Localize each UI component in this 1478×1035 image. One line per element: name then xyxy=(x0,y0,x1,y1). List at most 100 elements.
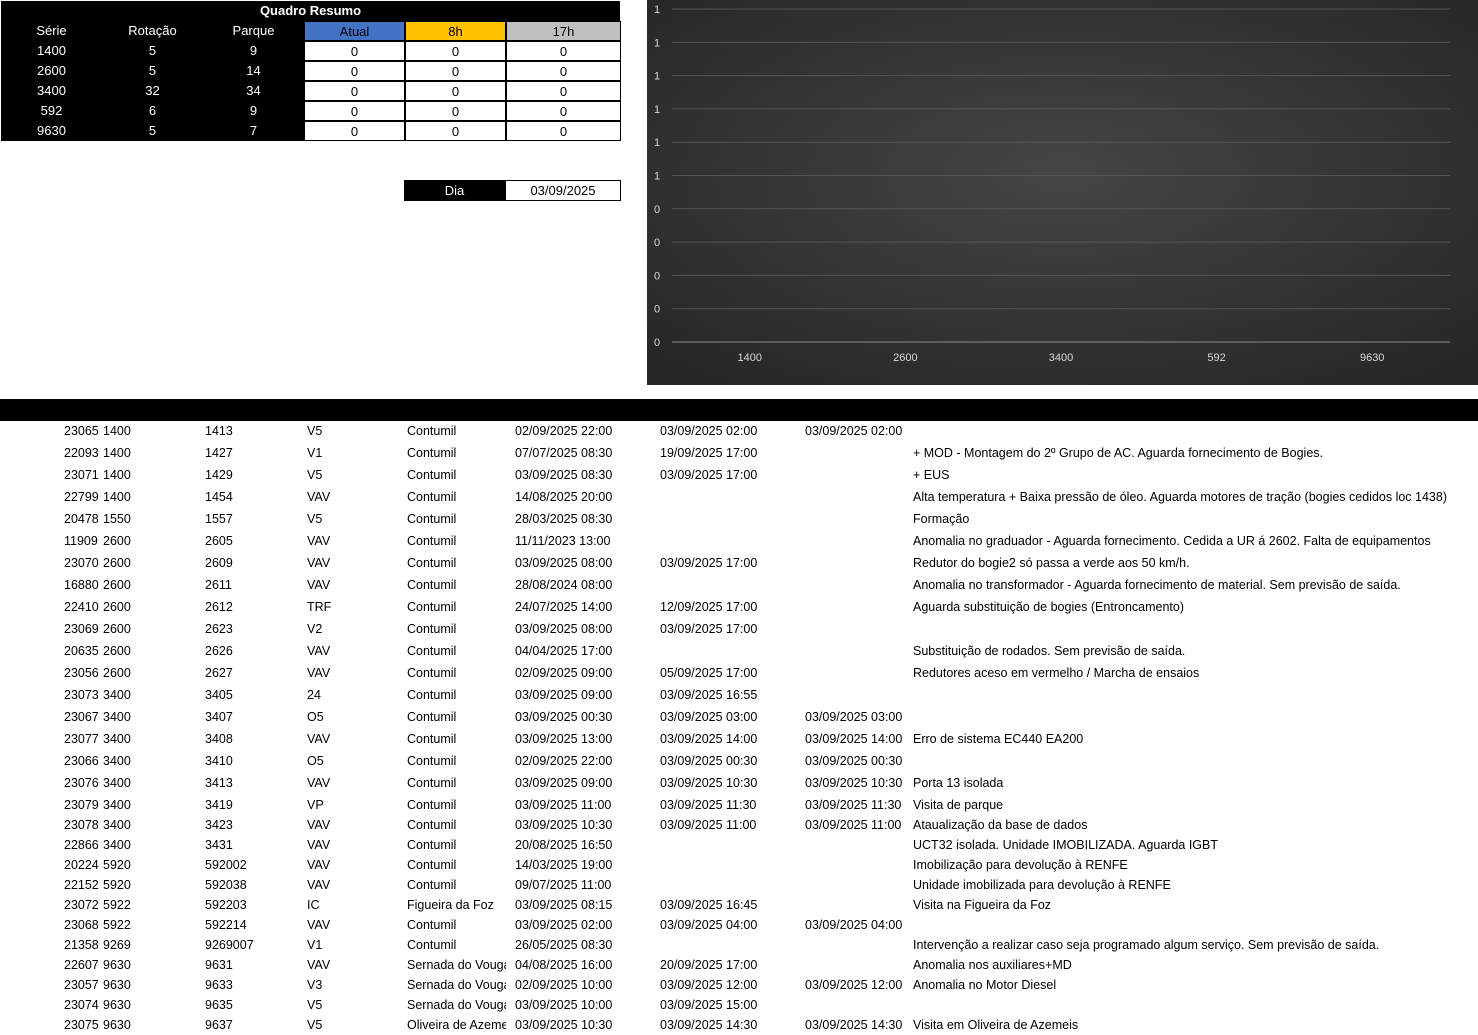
table-row[interactable]: 23076 3400 3413 VAV Contumil 03/09/2025 09:00… xyxy=(0,773,1478,793)
table-cell: 03/09/2025 10:30 xyxy=(805,776,903,790)
table-cell: 22152 xyxy=(64,878,99,892)
table-row[interactable]: 22093 1400 1427 V1 Contumil 07/07/2025 08:30 1… xyxy=(0,443,1478,463)
table-row[interactable]: 11909 2600 2605 VAV Contumil 11/11/2023 13:00… xyxy=(0,531,1478,551)
table-cell: 03/09/2025 12:00 xyxy=(660,978,758,992)
table-row[interactable]: 23079 3400 3419 VP Contumil 03/09/2025 11:00 0… xyxy=(0,795,1478,815)
summary-cell: 9630 xyxy=(37,123,66,138)
table-row[interactable]: 23073 3400 3405 24 Contumil 03/09/2025 09:00 0… xyxy=(0,685,1478,705)
table-row[interactable]: 23056 2600 2627 VAV Contumil 02/09/2025 09:00… xyxy=(0,663,1478,683)
table-cell: 3405 xyxy=(205,688,233,702)
table-cell: 9637 xyxy=(205,1018,233,1032)
table-cell: 02/09/2025 10:00 xyxy=(515,978,613,992)
table-cell: 22799 xyxy=(64,490,99,504)
table-row[interactable]: 21358 9269 9269007 V1 Contumil 26/05/2025 08:… xyxy=(0,935,1478,955)
summary-cell[interactable]: 0 xyxy=(506,61,621,81)
summary-cell[interactable]: 0 xyxy=(506,121,621,141)
table-cell: Figueira da Foz xyxy=(407,898,494,912)
table-row[interactable]: 23074 9630 9635 V5 Sernada do Vouga 03/09/202… xyxy=(0,995,1478,1015)
chart-ytick-label: 1 xyxy=(654,104,660,116)
table-cell: VAV xyxy=(307,732,331,746)
table-cell: 23071 xyxy=(64,468,99,482)
table-cell: 3400 xyxy=(103,798,131,812)
table-cell: 03/09/2025 04:00 xyxy=(660,918,758,932)
table-row[interactable]: 20224 5920 592002 VAV Contumil 14/03/2025 19:… xyxy=(0,855,1478,875)
summary-cell[interactable]: 0 xyxy=(506,81,621,101)
summary-cell[interactable]: 0 xyxy=(405,61,506,81)
table-row[interactable]: 22866 3400 3431 VAV Contumil 20/08/2025 16:50… xyxy=(0,835,1478,855)
summary-cell[interactable]: 0 xyxy=(405,81,506,101)
table-row[interactable]: 20635 2600 2626 VAV Contumil 04/04/2025 17:00… xyxy=(0,641,1478,661)
table-cell: Intervenção a realizar caso seja program… xyxy=(913,938,1380,952)
table-row[interactable]: 23067 3400 3407 O5 Contumil 03/09/2025 00:30 0… xyxy=(0,707,1478,727)
table-row[interactable]: 23065 1400 1413 V5 Contumil 02/09/2025 22:00 0… xyxy=(0,421,1478,441)
summary-cell[interactable]: 0 xyxy=(304,101,405,121)
table-row[interactable]: 23066 3400 3410 O5 Contumil 02/09/2025 22:00 0… xyxy=(0,751,1478,771)
table-cell: Aguarda substituição de bogies (Entronca… xyxy=(913,600,1184,614)
table-cell: Visita de parque xyxy=(913,798,1004,812)
summary-cell: 592 xyxy=(40,103,63,118)
table-cell: 9630 xyxy=(103,998,131,1012)
table-cell: 03/09/2025 04:00 xyxy=(805,918,903,932)
table-cell: 03/09/2025 11:00 xyxy=(515,798,612,812)
table-cell: V1 xyxy=(307,938,323,952)
table-row[interactable]: 23071 1400 1429 V5 Contumil 03/09/2025 08:30 0… xyxy=(0,465,1478,485)
table-cell: 03/09/2025 08:00 xyxy=(515,622,613,636)
table-cell: Contumil xyxy=(407,468,457,482)
table-row[interactable]: 23057 9630 9633 V3 Sernada do Vouga 02/09/202… xyxy=(0,975,1478,995)
table-row[interactable]: 22152 5920 592038 VAV Contumil 09/07/2025 11:… xyxy=(0,875,1478,895)
summary-cell[interactable]: 0 xyxy=(405,101,506,121)
table-cell: 3413 xyxy=(205,776,233,790)
table-row[interactable]: 22410 2600 2612 TRF Contumil 24/07/2025 14:00… xyxy=(0,597,1478,617)
table-cell: 09/07/2025 11:00 xyxy=(515,878,612,892)
table-row[interactable]: 23069 2600 2623 V2 Contumil 03/09/2025 08:00 0… xyxy=(0,619,1478,639)
header-atual: Atual xyxy=(304,21,405,41)
table-row[interactable]: 16880 2600 2611 VAV Contumil 28/08/2024 08:00… xyxy=(0,575,1478,595)
table-row[interactable]: 23075 9630 9637 V5 Oliveira de Azemeis 03/09/… xyxy=(0,1015,1478,1035)
summary-cell[interactable]: 0 xyxy=(506,41,621,61)
table-cell: 03/09/2025 16:45 xyxy=(660,898,758,912)
summary-cell: 5 xyxy=(148,43,157,58)
summary-cell[interactable]: 0 xyxy=(304,41,405,61)
table-cell: 03/09/2025 08:00 xyxy=(515,556,613,570)
table-cell: 1550 xyxy=(103,512,131,526)
table-cell: 20478 xyxy=(64,512,99,526)
table-row[interactable]: 23078 3400 3423 VAV Contumil 03/09/2025 10:30… xyxy=(0,815,1478,835)
table-cell: Formação xyxy=(913,512,970,526)
table-cell: 2605 xyxy=(205,534,233,548)
table-cell: Contumil xyxy=(407,578,457,592)
table-cell: 2626 xyxy=(205,644,233,658)
table-cell: VAV xyxy=(307,666,331,680)
table-cell: 1454 xyxy=(205,490,233,504)
table-row[interactable]: 23068 5922 592214 VAV Contumil 03/09/2025 02:… xyxy=(0,915,1478,935)
table-cell: 03/09/2025 02:00 xyxy=(515,918,613,932)
table-cell: Contumil xyxy=(407,776,457,790)
table-row[interactable]: 22607 9630 9631 VAV Sernada do Vouga 04/08/20… xyxy=(0,955,1478,975)
table-cell: 2600 xyxy=(103,622,131,636)
summary-cell[interactable]: 0 xyxy=(304,61,405,81)
summary-cell[interactable]: 0 xyxy=(405,41,506,61)
table-cell: Contumil xyxy=(407,622,457,636)
table-cell: VAV xyxy=(307,838,331,852)
table-cell: 28/03/2025 08:30 xyxy=(515,512,613,526)
summary-cell: 7 xyxy=(249,123,258,138)
table-row[interactable]: 22799 1400 1454 VAV Contumil 14/08/2025 20:00… xyxy=(0,487,1478,507)
table-cell: Contumil xyxy=(407,878,457,892)
table-cell: 1557 xyxy=(205,512,233,526)
table-row[interactable]: 23072 5922 592203 IC Figueira da Foz 03/09/20… xyxy=(0,895,1478,915)
table-cell: 2600 xyxy=(103,600,131,614)
table-cell: 9269007 xyxy=(205,938,254,952)
summary-cell[interactable]: 0 xyxy=(405,121,506,141)
summary-cell[interactable]: 0 xyxy=(304,81,405,101)
summary-cell[interactable]: 0 xyxy=(506,101,621,121)
dia-value[interactable]: 03/09/2025 xyxy=(505,180,621,201)
summary-cell[interactable]: 0 xyxy=(304,121,405,141)
summary-chart[interactable]: 1 1 1 1 1 1 0 0 0 0 0 1400 2600 3400 592 9630 xyxy=(647,0,1478,385)
chart-svg: 1 1 1 1 1 1 0 0 0 0 0 1400 2600 3400 592 9630 xyxy=(647,0,1478,385)
table-row[interactable]: 23070 2600 2609 VAV Contumil 03/09/2025 08:00… xyxy=(0,553,1478,573)
table-cell: 23074 xyxy=(64,998,99,1012)
table-row[interactable]: 23077 3400 3408 VAV Contumil 03/09/2025 13:00… xyxy=(0,729,1478,749)
table-cell: 3431 xyxy=(205,838,233,852)
table-cell: VAV xyxy=(307,490,331,504)
table-row[interactable]: 20478 1550 1557 V5 Contumil 28/03/2025 08:30 F… xyxy=(0,509,1478,529)
table-cell: 23070 xyxy=(64,556,99,570)
